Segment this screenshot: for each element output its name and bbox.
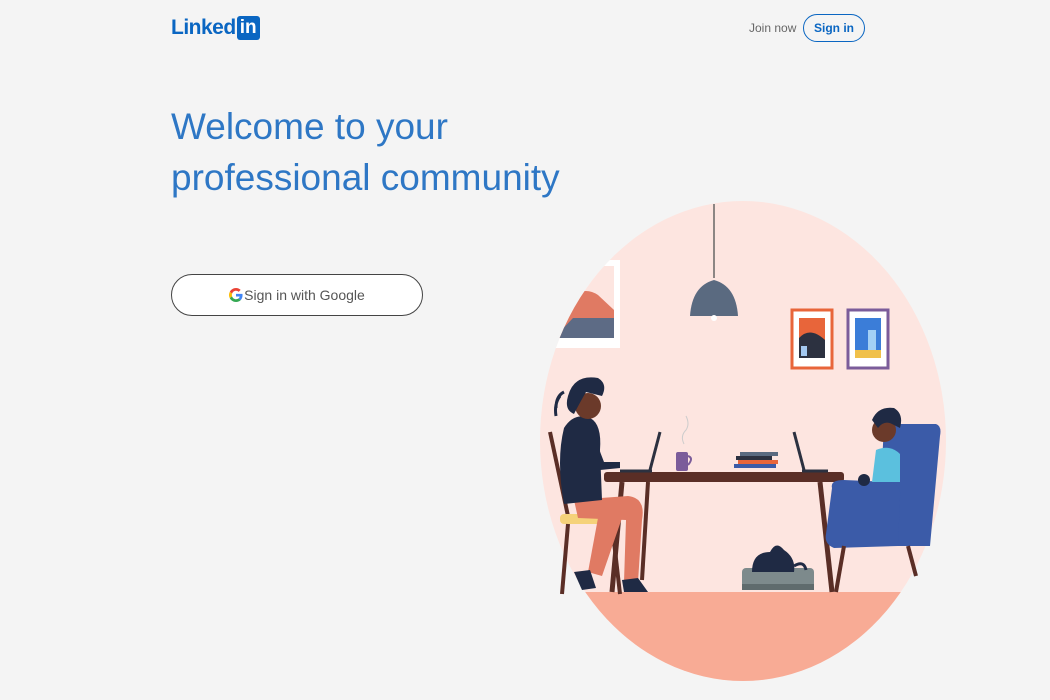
sign-in-with-google-button[interactable]: Sign in with Google <box>171 274 423 316</box>
linkedin-logo[interactable]: Linked in <box>171 16 260 40</box>
join-now-link[interactable]: Join now <box>749 20 796 36</box>
logo-in-box: in <box>236 16 260 40</box>
page-title: Welcome to your professional community <box>171 101 591 203</box>
sign-in-button[interactable]: Sign in <box>803 14 865 42</box>
headline-line-1: Welcome to your <box>171 106 448 147</box>
google-button-label: Sign in with Google <box>244 287 365 303</box>
google-g-icon <box>229 288 243 302</box>
wall-frame-purple <box>846 308 890 370</box>
headline-line-2: professional community <box>171 157 560 198</box>
wall-picture-left <box>548 260 620 348</box>
illustration-floor <box>540 592 946 681</box>
page: Linked in Join now Sign in Welcome to yo… <box>0 0 1050 700</box>
book-stack-icon <box>734 452 778 468</box>
hero-illustration <box>540 201 946 681</box>
logo-wordmark: Linked <box>171 16 236 39</box>
wall-frame-orange <box>790 308 834 370</box>
